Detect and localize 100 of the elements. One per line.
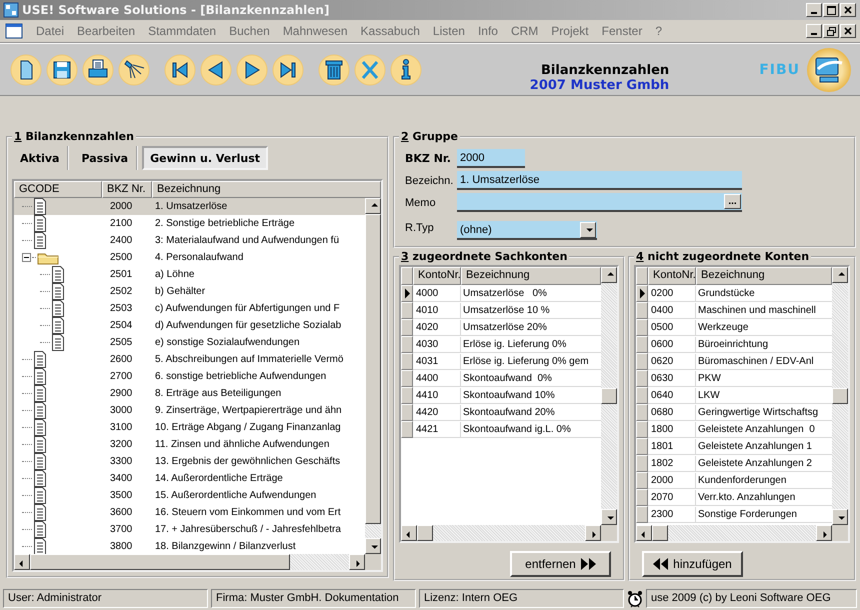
tree-row[interactable]: 2504 d) Aufwendungen für gesetzliche Sozialab xyxy=(14,317,365,334)
scroll-up-button[interactable] xyxy=(601,267,617,283)
tab[interactable]: Passiva xyxy=(73,146,138,170)
scroll-thumb[interactable] xyxy=(601,388,617,404)
menu-item[interactable]: Stammdaten xyxy=(148,24,216,38)
menu-item[interactable]: Mahnwesen xyxy=(282,24,348,38)
info-icon[interactable] xyxy=(390,54,422,86)
column-header[interactable]: Bezeichnung xyxy=(152,181,381,198)
vertical-scrollbar[interactable] xyxy=(601,267,617,525)
menu-item[interactable]: Fenster xyxy=(602,24,642,38)
menu-item[interactable]: Kassabuch xyxy=(360,24,420,38)
tree-row[interactable]: 2600 5. Abschreibungen auf Immaterielle Vermö xyxy=(14,351,365,368)
scroll-thumb[interactable] xyxy=(417,525,433,541)
scroll-thumb[interactable] xyxy=(832,388,848,404)
save-icon[interactable] xyxy=(46,54,78,86)
scroll-right-button[interactable] xyxy=(816,525,832,541)
row-selector[interactable] xyxy=(401,285,413,302)
menu-item[interactable]: Buchen xyxy=(229,24,270,38)
table-cell-text: 11. Zinsen und ähnliche Aufwendungen xyxy=(154,439,330,450)
table-cell-text: 2502 xyxy=(109,286,134,297)
document-icon[interactable] xyxy=(10,54,42,86)
menu-item[interactable]: Info xyxy=(478,24,498,38)
scroll-left-button[interactable] xyxy=(14,554,30,570)
scroll-right-button[interactable] xyxy=(349,554,365,570)
tree-row[interactable]: 3400 14. Außerordentliche Erträge xyxy=(14,470,365,487)
column-header[interactable]: KontoNr. xyxy=(648,267,696,285)
tree-row[interactable]: 2501 a) Löhne xyxy=(14,266,365,283)
tree-row[interactable]: 2000 1. Umsatzerlöse xyxy=(14,198,365,215)
printer-icon[interactable] xyxy=(82,54,114,86)
tree-row[interactable]: 2400 3: Materialaufwand und Aufwendungen fü xyxy=(14,232,365,249)
last-record-icon[interactable] xyxy=(272,54,304,86)
tree-row[interactable]: 3300 13. Ergebnis der gewöhnlichen Geschäfts xyxy=(14,453,365,470)
scroll-up-button[interactable] xyxy=(832,267,848,283)
trash-icon[interactable] xyxy=(318,54,350,86)
ellipsis-button[interactable]: ... xyxy=(724,194,741,209)
next-icon[interactable] xyxy=(236,54,268,86)
close-button[interactable] xyxy=(840,24,856,38)
scroll-right-button[interactable] xyxy=(585,525,601,541)
table-cell-text: Büroeinrichtung xyxy=(697,338,770,352)
scroll-thumb[interactable] xyxy=(30,554,290,570)
menu-item[interactable]: Bearbeiten xyxy=(77,24,136,38)
remove-button[interactable]: entfernen xyxy=(510,551,611,577)
menu-item[interactable]: CRM xyxy=(510,24,538,38)
menu-item[interactable]: ? xyxy=(655,24,662,38)
horizontal-scrollbar[interactable] xyxy=(401,525,601,541)
tree-row[interactable]: 3600 16. Steuern vom Einkommen und vom Ert xyxy=(14,504,365,521)
row-selector[interactable] xyxy=(636,285,648,302)
tree-row[interactable]: 2503 c) Aufwendungen für Abfertigungen und F xyxy=(14,300,365,317)
scroll-down-button[interactable] xyxy=(832,509,848,525)
maximize-button[interactable] xyxy=(823,3,839,17)
table-cell-text: Umsatzerlöse 20% xyxy=(462,320,548,334)
tree-row[interactable]: 2900 8. Erträge aus Beteiligungen xyxy=(14,385,365,402)
group-title: 1 Bilanzkennzahlen xyxy=(13,130,135,143)
tree-row[interactable]: 2505 e) sonstige Sozialaufwendungen xyxy=(14,334,365,351)
vertical-scrollbar[interactable] xyxy=(832,267,848,525)
dropdown-arrow-button[interactable] xyxy=(580,222,596,238)
add-button[interactable]: hinzufügen xyxy=(642,551,743,577)
tree-row[interactable]: 3000 9. Zinserträge, Wertpapiererträge und ähn xyxy=(14,402,365,419)
scroll-down-button[interactable] xyxy=(601,509,617,525)
scroll-left-button[interactable] xyxy=(636,525,652,541)
tree-row[interactable]: 3100 10. Erträge Abgang / Zugang Finanzanlag xyxy=(14,419,365,436)
document-icon xyxy=(33,453,47,470)
input-field[interactable]: ... xyxy=(457,193,742,212)
table-cell: 0200 xyxy=(648,286,696,302)
column-header[interactable]: KontoNr. xyxy=(413,267,461,285)
scroll-thumb[interactable] xyxy=(652,525,668,541)
minimize-button[interactable] xyxy=(806,24,822,38)
horizontal-scrollbar[interactable] xyxy=(636,525,832,541)
tree-row[interactable]: 3700 17. + Jahresüberschuß / - Jahresfehlbetra xyxy=(14,521,365,538)
tree-expander[interactable] xyxy=(22,253,31,262)
scroll-left-button[interactable] xyxy=(401,525,417,541)
column-header[interactable]: BKZ Nr. xyxy=(102,181,152,198)
tab[interactable]: Aktiva xyxy=(12,146,70,170)
column-header[interactable]: GCODE xyxy=(14,181,102,198)
table-cell-text: 3000 xyxy=(109,405,134,416)
first-record-icon[interactable] xyxy=(164,54,196,86)
minimize-button[interactable] xyxy=(806,3,822,17)
flashlight-icon[interactable] xyxy=(118,54,150,86)
input-field[interactable]: 1. Umsatzerlöse xyxy=(457,171,742,190)
menu-item[interactable]: Listen xyxy=(432,24,465,38)
close-button[interactable] xyxy=(840,3,856,17)
scroll-down-button[interactable] xyxy=(365,538,381,554)
input-field[interactable]: 2000 xyxy=(457,149,525,168)
tree-row[interactable]: 3500 15. Außerordentliche Aufwendungen xyxy=(14,487,365,504)
menu-item[interactable]: Projekt xyxy=(551,24,589,38)
scroll-up-button[interactable] xyxy=(365,198,381,214)
tree-row[interactable]: 2100 2. Sonstige betriebliche Erträge xyxy=(14,215,365,232)
table-cell: 4410 xyxy=(413,388,461,404)
tree-row[interactable]: 2502 b) Gehälter xyxy=(14,283,365,300)
restore-button[interactable] xyxy=(823,24,839,38)
dropdown[interactable]: (ohne) xyxy=(457,221,597,240)
tree-row[interactable]: 2700 6. sonstige betriebliche Aufwendungen xyxy=(14,368,365,385)
tree-row[interactable]: 2500 4. Personalaufwand xyxy=(14,249,365,266)
tab[interactable]: Gewinn u. Verlust xyxy=(142,146,268,170)
column-header[interactable]: Bezeichnung xyxy=(461,267,601,285)
column-header[interactable]: Bezeichnung xyxy=(696,267,832,285)
menu-item[interactable]: Datei xyxy=(36,24,64,38)
horizontal-scrollbar[interactable] xyxy=(14,554,365,570)
tree-row[interactable]: 3200 11. Zinsen und ähnliche Aufwendungen xyxy=(14,436,365,453)
previous-icon[interactable] xyxy=(200,54,232,86)
